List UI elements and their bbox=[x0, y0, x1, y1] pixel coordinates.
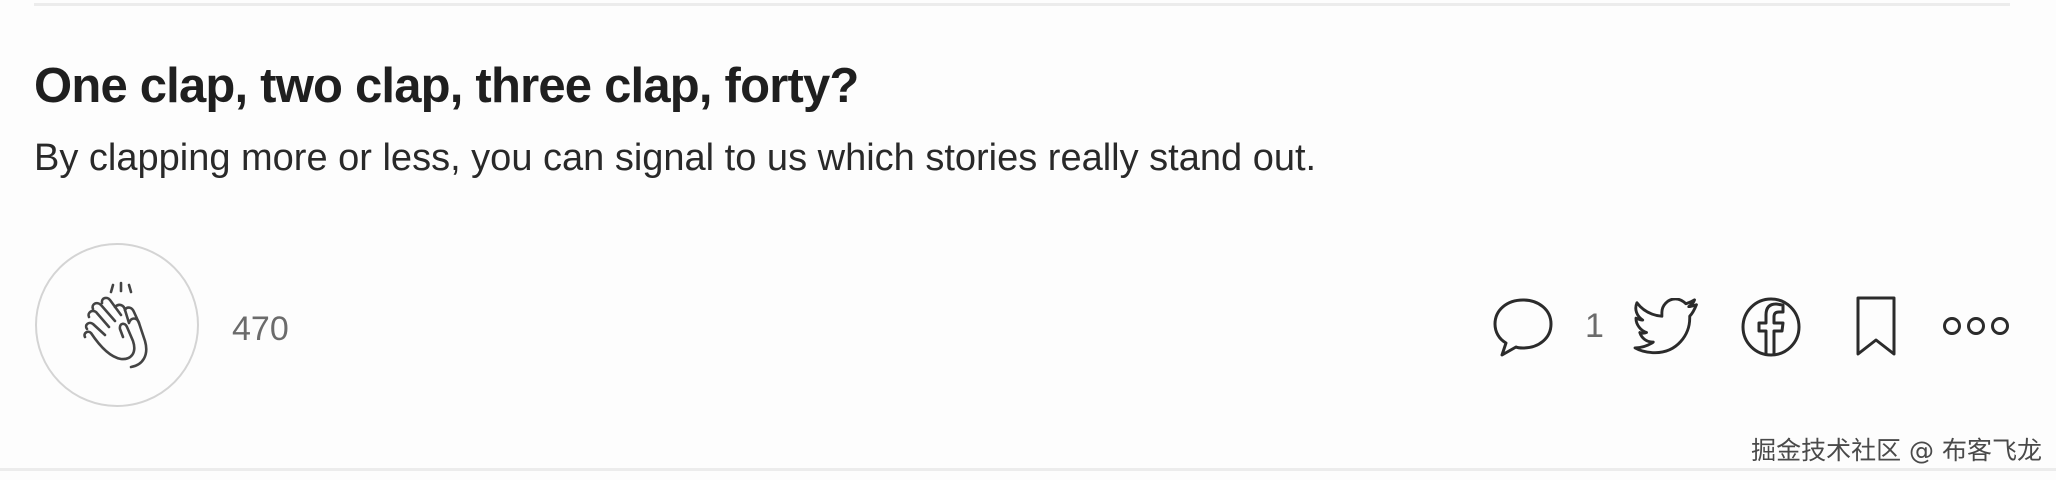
facebook-share-button[interactable] bbox=[1738, 294, 1804, 360]
article-footer: One clap, two clap, three clap, forty? B… bbox=[0, 0, 2056, 480]
clap-count: 470 bbox=[232, 310, 289, 348]
clap-button[interactable] bbox=[35, 243, 199, 407]
bookmark-icon bbox=[1854, 294, 1898, 358]
subheading: By clapping more or less, you can signal… bbox=[34, 137, 1317, 179]
headline: One clap, two clap, three clap, forty? bbox=[34, 59, 859, 113]
more-options-button[interactable] bbox=[1942, 306, 2010, 346]
comment-count: 1 bbox=[1585, 307, 1604, 345]
top-divider bbox=[34, 3, 2010, 6]
clap-hands-icon bbox=[69, 277, 165, 373]
more-dots-icon bbox=[1942, 314, 2010, 338]
speech-bubble-icon bbox=[1491, 295, 1555, 359]
twitter-bird-icon bbox=[1633, 298, 1701, 356]
watermark: 掘金技术社区 @ 布客飞龙 bbox=[1751, 436, 2042, 465]
bookmark-button[interactable] bbox=[1852, 292, 1900, 360]
comment-button[interactable] bbox=[1490, 294, 1556, 360]
twitter-share-button[interactable] bbox=[1632, 294, 1702, 360]
facebook-logo-icon bbox=[1740, 296, 1802, 358]
bottom-divider bbox=[0, 468, 2056, 471]
